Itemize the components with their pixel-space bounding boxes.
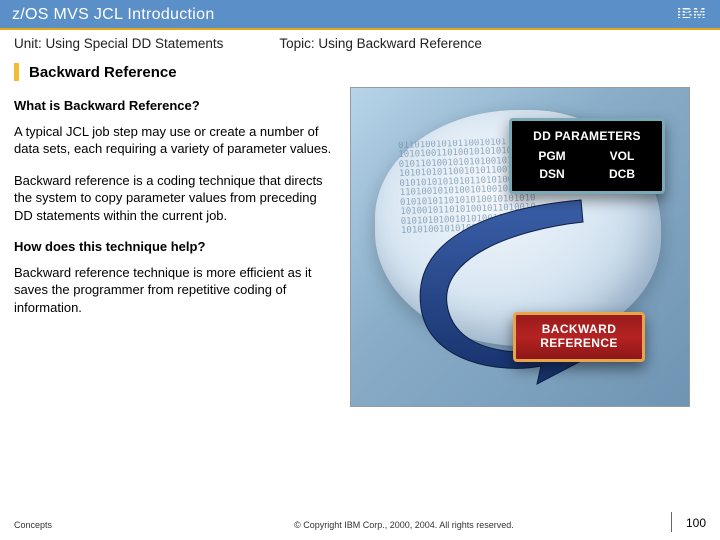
slide-title: z/OS MVS JCL Introduction (12, 6, 215, 24)
meta-bar: Unit: Using Special DD Statements Topic:… (0, 30, 720, 57)
text-column: What is Backward Reference? A typical JC… (14, 87, 336, 540)
backward-reference-box: BACKWARD REFERENCE (513, 312, 645, 362)
footer-divider (671, 512, 672, 532)
footer: Concepts © Copyright IBM Corp., 2000, 20… (0, 516, 720, 540)
title-bar: z/OS MVS JCL Introduction IBM (0, 0, 720, 30)
slide-body: What is Backward Reference? A typical JC… (0, 83, 720, 540)
footer-copyright: © Copyright IBM Corp., 2000, 2004. All r… (294, 520, 514, 530)
section-title: Backward Reference (29, 64, 177, 81)
dd-param-vol: VOL (592, 149, 652, 163)
para-3: Backward reference technique is more eff… (14, 264, 336, 317)
figure-canvas: 01101001010110010101 1010100110100101010… (350, 87, 690, 407)
para-1: A typical JCL job step may use or create… (14, 123, 336, 158)
dd-parameters-box: DD PARAMETERS PGM VOL DSN DCB (509, 118, 665, 194)
topic-label: Topic: Using Backward Reference (279, 36, 482, 51)
br-label: BACKWARD REFERENCE (516, 323, 642, 351)
dd-box-title: DD PARAMETERS (522, 129, 652, 143)
unit-label: Unit: Using Special DD Statements (14, 36, 223, 51)
para-2: Backward reference is a coding technique… (14, 172, 336, 225)
dd-param-dcb: DCB (592, 167, 652, 181)
ibm-logo-text: IBM (677, 5, 706, 22)
footer-left: Concepts (14, 520, 52, 530)
dd-param-dsn: DSN (522, 167, 582, 181)
section-header: Backward Reference (0, 57, 720, 83)
figure-column: 01101001010110010101 1010100110100101010… (350, 87, 706, 540)
accent-bar-icon (14, 63, 19, 81)
ibm-logo: IBM (677, 5, 706, 22)
subhead-2: How does this technique help? (14, 238, 336, 256)
dd-param-pgm: PGM (522, 149, 582, 163)
page-number: 100 (686, 516, 706, 530)
subhead-1: What is Backward Reference? (14, 97, 336, 115)
